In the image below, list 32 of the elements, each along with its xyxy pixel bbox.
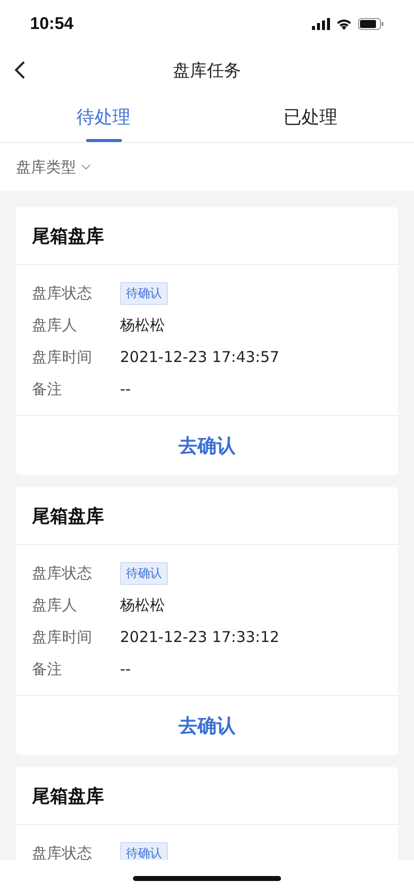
- battery-icon: [358, 18, 384, 30]
- confirm-button[interactable]: 去确认: [16, 415, 398, 475]
- filter-dropdown[interactable]: 盘库类型: [16, 158, 91, 176]
- status-tag: 待确认: [120, 562, 168, 584]
- field-value: 杨松松: [120, 316, 165, 334]
- wifi-icon: [336, 18, 352, 30]
- field-label: 盘库状态: [32, 284, 93, 302]
- field-label: 盘库人: [32, 316, 78, 334]
- field-label: 备注: [32, 380, 63, 398]
- card-title: 尾箱盘库: [16, 487, 398, 545]
- card-title: 尾箱盘库: [16, 767, 398, 825]
- field-label: 盘库状态: [32, 564, 93, 582]
- status-tag: 待确认: [120, 282, 168, 304]
- field-value: --: [120, 660, 131, 678]
- field-value: 2021-12-23 17:33:12: [120, 628, 280, 646]
- tab[interactable]: 待处理: [0, 92, 207, 142]
- status-tag: 待确认: [120, 842, 168, 860]
- field-label: 盘库时间: [32, 628, 93, 646]
- signal-icon: [312, 18, 330, 30]
- field-label: 盘库人: [32, 596, 78, 614]
- field-value: --: [120, 380, 131, 398]
- confirm-button[interactable]: 去确认: [16, 695, 398, 755]
- chevron-down-icon: [81, 164, 91, 170]
- card-title: 尾箱盘库: [16, 207, 398, 265]
- tab[interactable]: 已处理: [207, 92, 414, 142]
- field-value: 2021-12-23 17:43:57: [120, 348, 280, 366]
- status-time: 10:54: [30, 14, 74, 34]
- page-title: 盘库任务: [173, 60, 241, 82]
- field-value: 杨松松: [120, 596, 165, 614]
- field-label: 盘库状态: [32, 844, 93, 860]
- field-label: 盘库时间: [32, 348, 93, 366]
- field-label: 备注: [32, 660, 63, 678]
